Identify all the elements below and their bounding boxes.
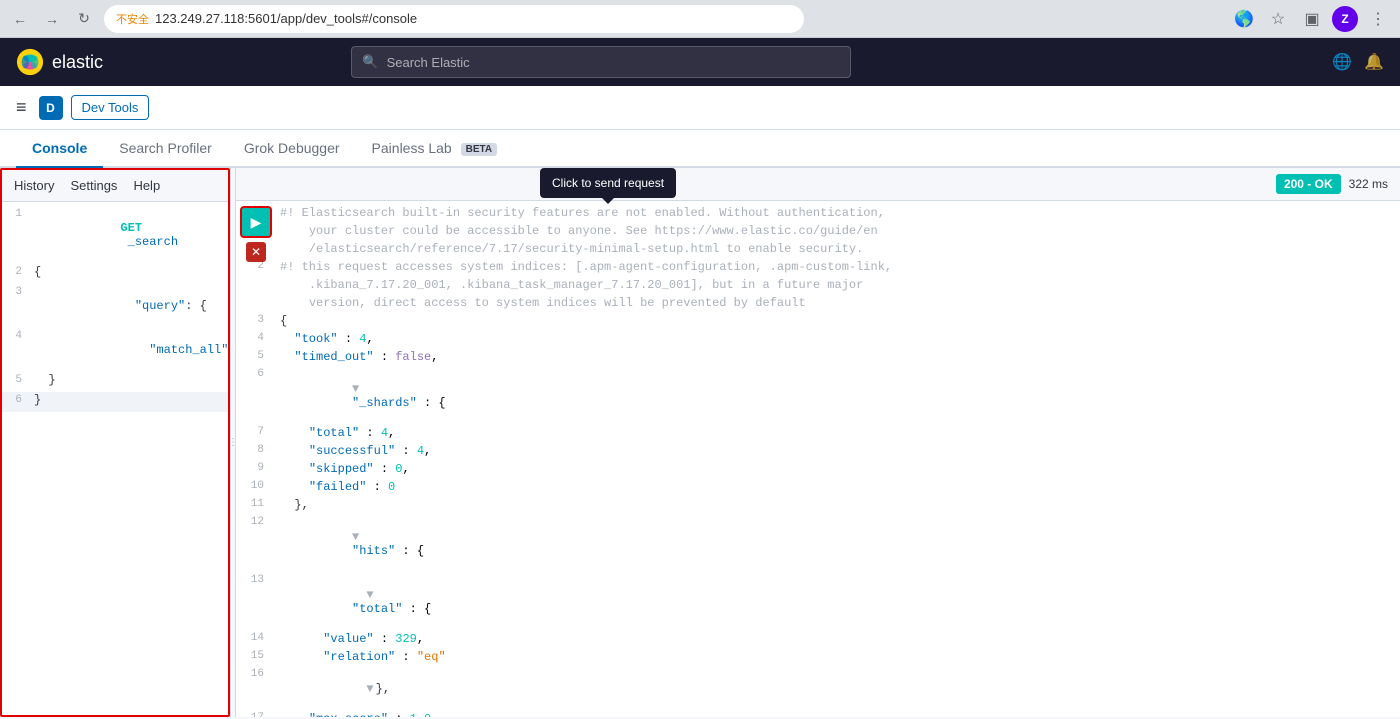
- resp-line-1c: /elasticsearch/reference/7.17/security-m…: [236, 241, 1400, 259]
- resp-line-4: 4 "took" : 4,: [236, 331, 1400, 349]
- expand-total[interactable]: ▼: [366, 588, 373, 602]
- resp-line-2: 2 #! this request accesses system indice…: [236, 259, 1400, 277]
- translate-button[interactable]: 🌎: [1230, 5, 1258, 33]
- forward-button[interactable]: →: [40, 7, 64, 31]
- line-number-2: 2: [2, 265, 30, 278]
- editor-line-3: 3 "query": {: [2, 284, 228, 328]
- breadcrumb-icon: D: [39, 96, 63, 120]
- resp-line-9: 9 "skipped" : 0,: [236, 461, 1400, 479]
- editor-line-5: 5 }: [2, 372, 228, 392]
- resp-line-10: 10 "failed" : 0: [236, 479, 1400, 497]
- code-editor[interactable]: 1 GET _search 2 { 3 "query": {: [2, 202, 228, 715]
- line-number-6: 6: [2, 393, 30, 406]
- browser-toolbar: 🌎 ☆ ▣ Z ⋮: [1230, 5, 1392, 33]
- bell-icon[interactable]: 🔔: [1364, 52, 1384, 72]
- tab-console[interactable]: Console: [16, 130, 103, 168]
- resp-line-2c: version, direct access to system indices…: [236, 295, 1400, 313]
- resp-line-1: 1 #! Elasticsearch built-in security fea…: [236, 205, 1400, 223]
- expand-hits[interactable]: ▼: [352, 530, 359, 544]
- search-icon: 🔍: [362, 54, 378, 70]
- send-request-button[interactable]: ▶: [240, 206, 272, 238]
- settings-button[interactable]: Settings: [70, 176, 117, 195]
- editor-toolbar: History Settings Help: [2, 170, 228, 202]
- resp-line-2b: .kibana_7.17.20_001, .kibana_task_manage…: [236, 277, 1400, 295]
- resp-line-1b: your cluster could be accessible to anyo…: [236, 223, 1400, 241]
- left-panel-wrapper: History Settings Help 1 GET _search 2 {: [0, 168, 230, 717]
- tabs-bar: Console Search Profiler Grok Debugger Pa…: [0, 130, 1400, 168]
- editor-panel: History Settings Help 1 GET _search 2 {: [0, 168, 230, 717]
- line-content-6: }: [30, 393, 228, 407]
- elastic-logo-icon: [16, 48, 44, 76]
- resp-line-14: 14 "value" : 329,: [236, 631, 1400, 649]
- resp-line-5: 5 "timed_out" : false,: [236, 349, 1400, 367]
- back-button[interactable]: ←: [8, 7, 32, 31]
- history-button[interactable]: History: [14, 176, 54, 195]
- header-right: 🌐 🔔: [1332, 52, 1384, 72]
- hamburger-button[interactable]: ≡: [16, 97, 27, 118]
- response-panel: 200 - OK 322 ms 1 #! Elasticsearch built…: [236, 168, 1400, 717]
- tab-search-profiler[interactable]: Search Profiler: [103, 130, 228, 168]
- main-content: Click to send request History Settings H…: [0, 168, 1400, 717]
- resp-line-15: 15 "relation" : "eq": [236, 649, 1400, 667]
- line-content-4: "match_all": {}: [30, 329, 228, 371]
- tab-painless-lab[interactable]: Painless Lab BETA: [356, 130, 514, 168]
- editor-line-4: 4 "match_all": {}: [2, 328, 228, 372]
- resp-line-12: 12 ▼ "hits" : {: [236, 515, 1400, 573]
- resp-line-16: 16 ▼},: [236, 667, 1400, 711]
- menu-button[interactable]: ⋮: [1364, 5, 1392, 33]
- help-button[interactable]: Help: [133, 176, 160, 195]
- elastic-logo[interactable]: elastic: [16, 48, 103, 76]
- reload-button[interactable]: ↻: [72, 7, 96, 31]
- editor-line-2: 2 {: [2, 264, 228, 284]
- response-header: 200 - OK 322 ms: [236, 168, 1400, 201]
- line-content-2: {: [30, 265, 228, 279]
- line-content-3: "query": {: [30, 285, 228, 327]
- address-bar[interactable]: 不安全 123.249.27.118:5601/app/dev_tools#/c…: [104, 5, 804, 33]
- url-text: 123.249.27.118:5601/app/dev_tools#/conso…: [155, 11, 417, 26]
- nav-bar: ≡ D Dev Tools: [0, 86, 1400, 130]
- resp-line-13: 13 ▼ "total" : {: [236, 573, 1400, 631]
- browser-chrome: ← → ↻ 不安全 123.249.27.118:5601/app/dev_to…: [0, 0, 1400, 38]
- line-number-3: 3: [2, 285, 30, 298]
- resp-line-8: 8 "successful" : 4,: [236, 443, 1400, 461]
- expand-shards[interactable]: ▼: [352, 382, 359, 396]
- line-number-5: 5: [2, 373, 30, 386]
- elastic-text: elastic: [52, 52, 103, 73]
- bookmark-button[interactable]: ☆: [1264, 5, 1292, 33]
- dev-tools-breadcrumb[interactable]: Dev Tools: [71, 95, 150, 120]
- kibana-header: elastic 🔍 Search Elastic 🌐 🔔: [0, 38, 1400, 86]
- resp-line-17: 17 "max_score" : 1.0,: [236, 711, 1400, 717]
- response-time: 322 ms: [1349, 177, 1388, 191]
- globe-icon[interactable]: 🌐: [1332, 52, 1352, 72]
- resp-line-3: 3 {: [236, 313, 1400, 331]
- line-number-1: 1: [2, 207, 30, 220]
- line-content-5: }: [30, 373, 228, 387]
- line-number-4: 4: [2, 329, 30, 342]
- line-content-1: GET _search: [30, 207, 228, 263]
- user-avatar[interactable]: Z: [1332, 6, 1358, 32]
- close-request-button[interactable]: ✕: [246, 242, 266, 262]
- editor-line-6: 6 }: [2, 392, 228, 412]
- kibana-search-bar[interactable]: 🔍 Search Elastic: [351, 46, 851, 78]
- resp-line-6: 6 ▼ "_shards" : {: [236, 367, 1400, 425]
- extensions-button[interactable]: ▣: [1298, 5, 1326, 33]
- editor-line-1: 1 GET _search: [2, 206, 228, 264]
- tab-grok-debugger[interactable]: Grok Debugger: [228, 130, 356, 168]
- status-badge: 200 - OK: [1276, 174, 1341, 194]
- resp-line-11: 11 },: [236, 497, 1400, 515]
- security-warning: 不安全: [116, 11, 149, 27]
- resp-line-7: 7 "total" : 4,: [236, 425, 1400, 443]
- send-button-area: ▶ ✕: [240, 206, 272, 262]
- response-content[interactable]: 1 #! Elasticsearch built-in security fea…: [236, 201, 1400, 717]
- beta-badge: BETA: [461, 143, 497, 156]
- search-placeholder: Search Elastic: [387, 55, 470, 70]
